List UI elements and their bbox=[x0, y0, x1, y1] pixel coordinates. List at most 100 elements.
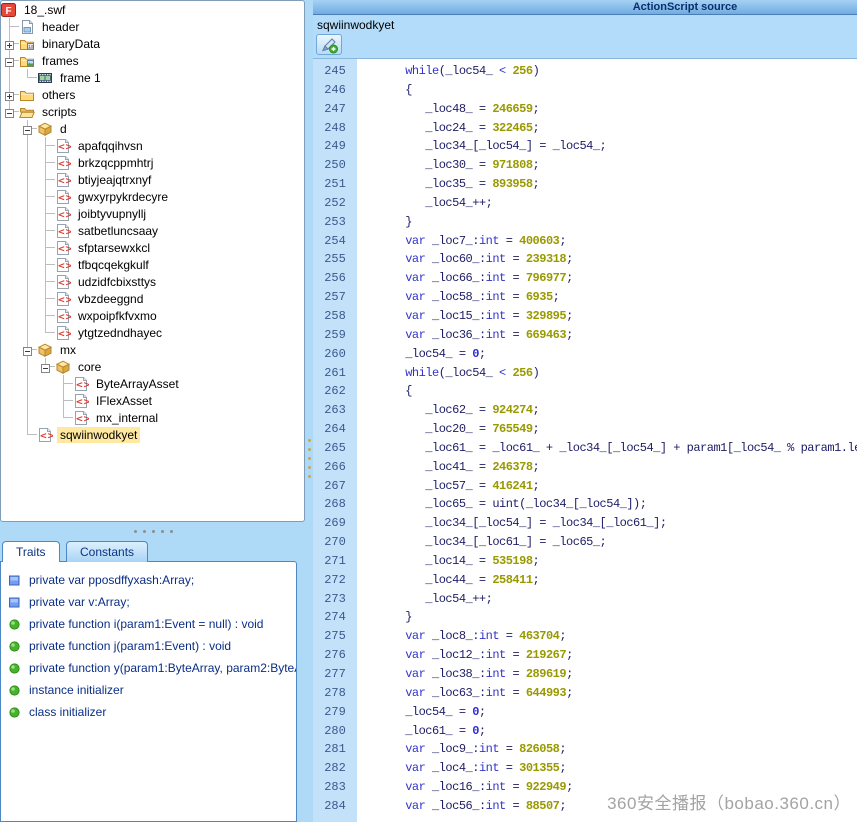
code-line-row: 262 { bbox=[313, 382, 857, 401]
tab-constants[interactable]: Constants bbox=[66, 541, 148, 562]
trait-text: private function y(param1:ByteArray, par… bbox=[29, 661, 297, 675]
tree-item-label: apafqqihvsn bbox=[75, 138, 146, 154]
tab-traits[interactable]: Traits bbox=[2, 541, 60, 562]
tree-item[interactable]: others bbox=[1, 86, 304, 103]
code-editor[interactable]: 245 while(_loc54_ < 256)246 {247 _loc48_… bbox=[313, 58, 857, 822]
tree-guide-line bbox=[27, 273, 28, 290]
collapse-icon[interactable] bbox=[23, 345, 32, 354]
tree-guide bbox=[19, 392, 37, 409]
tree-item[interactable]: <>apafqqihvsn bbox=[1, 137, 304, 154]
tree-item[interactable]: <>wxpoipfkfvxmo bbox=[1, 307, 304, 324]
trait-item[interactable]: class initializer bbox=[1, 702, 296, 722]
collapse-icon[interactable] bbox=[41, 362, 50, 371]
frame-icon bbox=[37, 70, 53, 86]
collapse-icon[interactable] bbox=[23, 124, 32, 133]
tree-item[interactable]: <>vbzdeeggnd bbox=[1, 290, 304, 307]
horizontal-splitter[interactable] bbox=[0, 522, 306, 541]
tree-guide bbox=[19, 358, 37, 375]
tree-guide bbox=[1, 273, 19, 290]
tree-guide bbox=[1, 137, 19, 154]
svg-text:<>: <> bbox=[58, 159, 71, 169]
line-number: 268 bbox=[313, 495, 357, 514]
connector-line bbox=[45, 196, 55, 197]
tree-guide bbox=[1, 154, 19, 171]
tree-item[interactable]: <>ByteArrayAsset bbox=[1, 375, 304, 392]
trait-item[interactable]: private function y(param1:ByteArray, par… bbox=[1, 658, 296, 678]
trait-item[interactable]: private function i(param1:Event = null) … bbox=[1, 614, 296, 634]
tree-item[interactable]: <>btiyjeajqtrxnyf bbox=[1, 171, 304, 188]
connector-line bbox=[45, 146, 46, 154]
script-icon: <> bbox=[55, 325, 71, 341]
code-line: _loc54_ = 0; bbox=[357, 345, 486, 364]
tree-item[interactable]: frames bbox=[1, 52, 304, 69]
collapse-icon[interactable] bbox=[5, 107, 14, 116]
code-line-row: 245 while(_loc54_ < 256) bbox=[313, 62, 857, 81]
line-number: 249 bbox=[313, 137, 357, 156]
connector-line bbox=[63, 383, 73, 384]
tree-item[interactable]: core bbox=[1, 358, 304, 375]
trait-item[interactable]: instance initializer bbox=[1, 680, 296, 700]
tree-item[interactable]: <> brkzqcppmhtrj bbox=[1, 154, 304, 171]
svg-text:<>: <> bbox=[76, 414, 89, 424]
tree-item[interactable]: d bbox=[1, 120, 304, 137]
script-icon: <> bbox=[55, 155, 71, 171]
tree-item[interactable]: <>gwxyrpykrdecyre bbox=[1, 188, 304, 205]
tree-item[interactable]: mx bbox=[1, 341, 304, 358]
tree-guide-line bbox=[27, 205, 28, 222]
tree-item[interactable]: scripts bbox=[1, 103, 304, 120]
collapse-icon[interactable] bbox=[5, 56, 14, 65]
expand-icon[interactable] bbox=[5, 39, 14, 48]
line-number: 261 bbox=[313, 364, 357, 383]
code-line: var _loc7_:int = 400603; bbox=[357, 232, 566, 251]
tree-item[interactable]: <>satbetluncsaay bbox=[1, 222, 304, 239]
tree-item[interactable]: <>sqwiinwodkyet bbox=[1, 426, 304, 443]
tree-guide-line bbox=[27, 171, 28, 188]
tree-item-label: brkzqcppmhtrj bbox=[75, 155, 156, 171]
tree-item[interactable]: 10binaryData bbox=[1, 35, 304, 52]
trait-text: class initializer bbox=[29, 705, 106, 719]
line-number: 248 bbox=[313, 119, 357, 138]
tree-connector bbox=[1, 103, 19, 120]
code-line-row: 247 _loc48_ = 246659; bbox=[313, 100, 857, 119]
tree-item[interactable]: frame 1 bbox=[1, 69, 304, 86]
script-icon: <> bbox=[55, 138, 71, 154]
line-number: 260 bbox=[313, 345, 357, 364]
package-icon bbox=[55, 359, 71, 375]
tree-item[interactable]: <>IFlexAsset bbox=[1, 392, 304, 409]
tree-item[interactable]: header bbox=[1, 18, 304, 35]
line-number: 252 bbox=[313, 194, 357, 213]
tree-item[interactable]: <>joibtyvupnyllj bbox=[1, 205, 304, 222]
edit-script-button[interactable] bbox=[316, 34, 342, 55]
expand-icon[interactable] bbox=[5, 90, 14, 99]
connector-line bbox=[45, 315, 55, 316]
trait-item[interactable]: private var pposdffyxash:Array; bbox=[1, 570, 296, 590]
code-line-row: 277 var _loc38_:int = 289619; bbox=[313, 665, 857, 684]
trait-item[interactable]: private var v:Array; bbox=[1, 592, 296, 612]
code-line: var _loc60_:int = 239318; bbox=[357, 250, 573, 269]
line-number: 259 bbox=[313, 326, 357, 345]
tree-item[interactable]: <>ytgtzedndhayec bbox=[1, 324, 304, 341]
tree-guide-line bbox=[27, 188, 28, 205]
trait-item[interactable]: private function j(param1:Event) : void bbox=[1, 636, 296, 656]
method-icon bbox=[9, 619, 20, 630]
tree-connector bbox=[55, 392, 73, 409]
tree-connector bbox=[37, 137, 55, 154]
svg-text:<>: <> bbox=[58, 312, 71, 322]
code-line: while(_loc54_ < 256) bbox=[357, 62, 539, 81]
tree-item[interactable]: <>sfptarsewxkcl bbox=[1, 239, 304, 256]
code-line-row: 274 } bbox=[313, 608, 857, 627]
app-window: F18_.swfheader10binaryDataframesframe 1o… bbox=[0, 0, 857, 822]
vertical-splitter[interactable] bbox=[306, 0, 313, 822]
left-sidebar: F18_.swfheader10binaryDataframesframe 1o… bbox=[0, 0, 306, 822]
tree-guide bbox=[19, 375, 37, 392]
tree-item[interactable]: <>tfbqcqekgkulf bbox=[1, 256, 304, 273]
code-line: _loc61_ = 0; bbox=[357, 722, 486, 741]
line-number: 282 bbox=[313, 759, 357, 778]
tree-item[interactable]: <>mx_internal bbox=[1, 409, 304, 426]
tree-item[interactable]: <>udzidfcbixsttys bbox=[1, 273, 304, 290]
tree-item[interactable]: F18_.swf bbox=[1, 1, 304, 18]
tree-item-label: others bbox=[39, 87, 78, 103]
tree-guide-line bbox=[27, 222, 28, 239]
script-icon: <> bbox=[73, 410, 89, 426]
tree-guide-line bbox=[27, 256, 28, 273]
